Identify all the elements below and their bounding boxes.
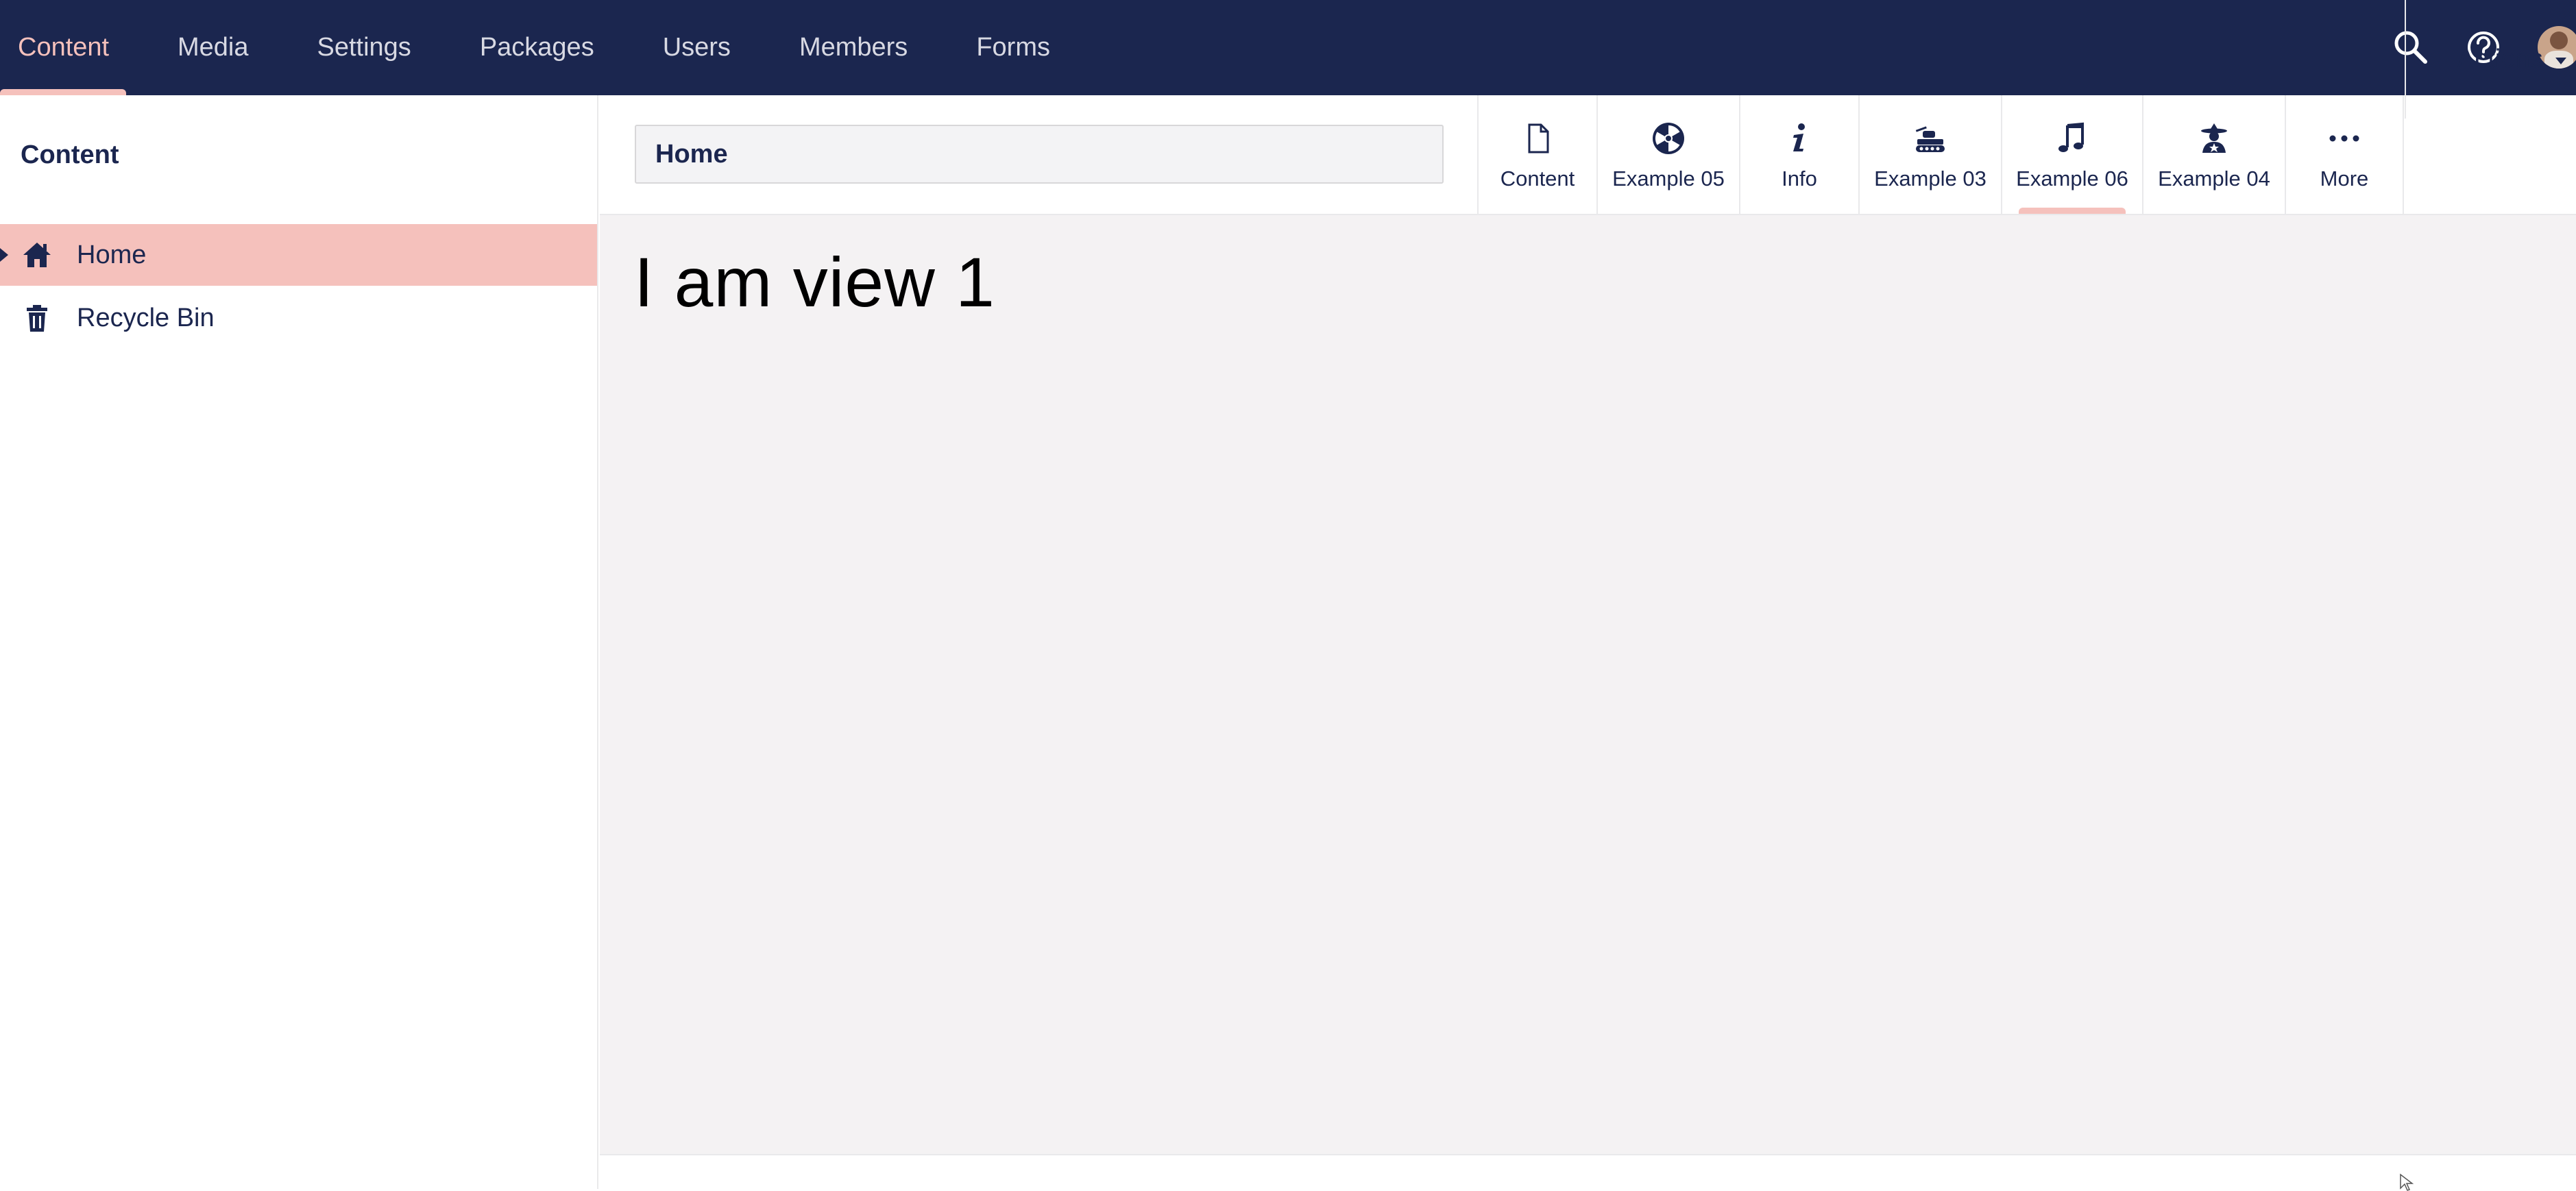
topnav-item-members[interactable]: Members [799,0,908,95]
topnav-item-settings[interactable]: Settings [317,0,411,95]
topnav-label: Members [799,33,908,62]
chevron-down-icon [2555,58,2566,64]
sheriff-icon [2201,123,2227,153]
app-content[interactable]: Content [1477,95,1596,214]
active-app-indicator [2019,208,2126,214]
music-note-icon [2058,122,2084,152]
topnav-item-packages[interactable]: Packages [480,0,594,95]
app-more[interactable]: More [2285,95,2404,214]
app-label: Example 04 [2158,167,2270,191]
topnav-label: Packages [479,33,594,62]
editor-footer [600,1154,2576,1189]
topnav-item-forms[interactable]: Forms [976,0,1050,95]
home-icon [23,243,51,267]
tree-item-recycle-bin[interactable]: Recycle Bin [0,287,597,349]
app-example-05[interactable]: Example 05 [1596,95,1739,214]
topnav-item-users[interactable]: Users [663,0,731,95]
topnav-label: Media [178,33,249,62]
tree-item-label: Home [77,240,147,269]
radioactive-icon [1653,123,1684,154]
view-heading: I am view 1 [634,243,995,321]
editor-header: Content Example 05 Info [600,95,2576,215]
mouse-cursor-icon [2400,1173,2414,1191]
editor-content-area: I am view 1 [600,215,2576,1154]
sidebar-title: Content [21,140,119,169]
more-icon [2329,135,2359,142]
tank-icon [1915,126,1945,152]
app-example-06[interactable]: Example 06 [2001,95,2142,214]
tree-item-home[interactable]: Home [0,224,597,286]
node-name-input[interactable] [635,125,1444,184]
app-info[interactable]: Info [1739,95,1858,214]
content-tree-sidebar: Content Home Recycle Bin [0,95,598,1189]
app-example-04[interactable]: Example 04 [2142,95,2285,214]
actions-dropdown[interactable]: Actions [2405,0,2576,119]
topnav-label: Users [662,33,731,62]
app-label: More [2320,167,2369,191]
topnav-label: Settings [317,33,411,62]
content-apps: Content Example 05 Info Example 03 Examp… [1477,95,2404,214]
document-icon [1528,123,1549,154]
tree-item-label: Recycle Bin [77,303,215,332]
app-label: Example 03 [1874,167,1986,191]
topnav-label: Forms [976,33,1050,62]
topnav-item-media[interactable]: Media [178,0,249,95]
topnav-item-content[interactable]: Content [0,0,126,95]
app-label: Example 05 [1612,167,1725,191]
expand-caret-icon[interactable] [0,248,8,262]
actions-label: Actions [2457,45,2543,73]
trash-icon [27,305,47,332]
app-label: Example 06 [2016,167,2128,191]
section-nav: Content Media Settings Packages Users Me… [0,0,1050,95]
app-label: Content [1500,167,1575,191]
topnav-label: Content [18,33,110,62]
top-navigation-bar: Content Media Settings Packages Users Me… [0,0,2576,95]
app-label: Info [1782,167,1817,191]
info-icon [1793,123,1805,151]
active-section-indicator [0,89,126,95]
app-example-03[interactable]: Example 03 [1858,95,2001,214]
